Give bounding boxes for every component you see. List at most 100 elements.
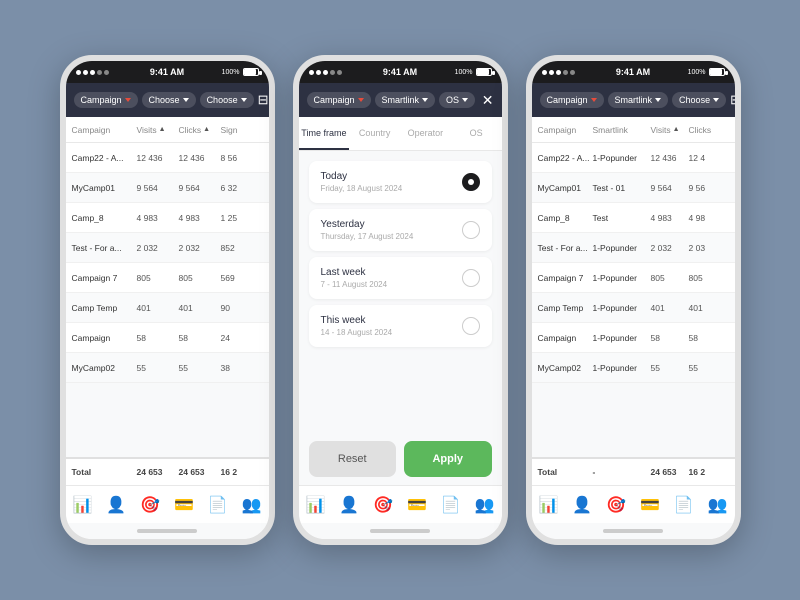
phone-1: 9:41 AM 100% Campaign Choose Choose ⊟ Ca… <box>60 55 275 545</box>
radio-lastweek[interactable] <box>462 269 480 287</box>
campaign-pill-1[interactable]: Campaign <box>74 92 138 108</box>
signal-dot-3-1 <box>542 70 547 75</box>
battery-label-3: 100% <box>688 69 706 76</box>
tab-os[interactable]: OS <box>451 117 502 150</box>
status-bar-2: 9:41 AM 100% <box>299 61 502 83</box>
smartlink-pill-2[interactable]: Smartlink <box>375 92 436 108</box>
choose2-caret <box>241 98 247 102</box>
th-visits-3[interactable]: Visits▲ <box>651 125 689 135</box>
smartlink-caret-3 <box>655 98 661 102</box>
smartlink-label-2: Smartlink <box>382 95 420 105</box>
nav-target-icon-2[interactable]: 🎯 <box>373 495 393 515</box>
apply-button[interactable]: Apply <box>404 441 492 477</box>
radio-thisweek[interactable] <box>462 317 480 335</box>
choose-label-3: Choose <box>679 95 710 105</box>
phone-2: 9:41 AM 100% Campaign Smartlink OS ✕ Tim… <box>293 55 508 545</box>
table-row[interactable]: MyCamp01Test - 019 5649 56 <box>532 173 735 203</box>
th-smartlink-3: Smartlink <box>593 125 651 135</box>
campaign-pill-3[interactable]: Campaign <box>540 92 604 108</box>
choose2-pill[interactable]: Choose <box>200 92 254 108</box>
app-header-3: Campaign Smartlink Choose ⊟ <box>532 83 735 117</box>
filter-icon-1[interactable]: ⊟ <box>258 92 269 108</box>
os-pill-2[interactable]: OS <box>439 92 475 108</box>
tab-operator[interactable]: Operator <box>400 117 451 150</box>
filter-option-title-thisweek: This week <box>321 315 393 326</box>
nav-card-icon-2[interactable]: 💳 <box>407 495 427 515</box>
th-visits-1[interactable]: Visits▲ <box>137 125 179 135</box>
close-button-2[interactable]: ✕ <box>482 92 494 109</box>
os-caret-2 <box>462 98 468 102</box>
nav-user-icon-2[interactable]: 👤 <box>339 495 359 515</box>
filter-option-thisweek[interactable]: This week 14 - 18 August 2024 <box>309 305 492 347</box>
table-row[interactable]: Test - For a...2 0322 032852 <box>66 233 269 263</box>
nav-user-icon-3[interactable]: 👤 <box>572 495 592 515</box>
choose2-label: Choose <box>207 95 238 105</box>
status-dots-3 <box>542 70 575 75</box>
signal-dot-5 <box>104 70 109 75</box>
campaign-label-3: Campaign <box>547 95 588 105</box>
table-row[interactable]: Camp22 - A...12 43612 4368 56 <box>66 143 269 173</box>
os-label-2: OS <box>446 95 459 105</box>
table-row[interactable]: Camp22 - A...1-Popunder12 43612 4 <box>532 143 735 173</box>
nav-card-icon-3[interactable]: 💳 <box>640 495 660 515</box>
nav-doc-icon[interactable]: 📄 <box>208 495 228 515</box>
table-row[interactable]: Campaign1-Popunder5858 <box>532 323 735 353</box>
battery-icon-2 <box>476 68 492 76</box>
status-time-2: 9:41 AM <box>383 67 417 77</box>
table-row[interactable]: Camp Temp1-Popunder401401 <box>532 293 735 323</box>
bottom-nav-3: 📊 👤 🎯 💳 📄 👥 <box>532 485 735 523</box>
radio-today[interactable] <box>462 173 480 191</box>
filter-actions: Reset Apply <box>299 433 502 485</box>
table-row[interactable]: MyCamp019 5649 5646 32 <box>66 173 269 203</box>
tab-country[interactable]: Country <box>349 117 400 150</box>
table-row[interactable]: Campaign 7805805569 <box>66 263 269 293</box>
nav-target-icon-3[interactable]: 🎯 <box>606 495 626 515</box>
app-header-2: Campaign Smartlink OS ✕ <box>299 83 502 117</box>
battery-label-2: 100% <box>455 69 473 76</box>
nav-stats-icon[interactable]: 📊 <box>72 495 92 515</box>
nav-group-icon[interactable]: 👥 <box>242 495 262 515</box>
th-clicks-1[interactable]: Clicks▲ <box>179 125 221 135</box>
nav-user-icon[interactable]: 👤 <box>106 495 126 515</box>
radio-yesterday[interactable] <box>462 221 480 239</box>
filter-option-text-today: Today Friday, 18 August 2024 <box>321 171 403 193</box>
nav-stats-icon-2[interactable]: 📊 <box>305 495 325 515</box>
filter-icon-3[interactable]: ⊟ <box>730 92 740 108</box>
nav-group-icon-3[interactable]: 👥 <box>708 495 728 515</box>
signal-dot-2-1 <box>309 70 314 75</box>
nav-doc-icon-2[interactable]: 📄 <box>441 495 461 515</box>
table-row[interactable]: Test - For a...1-Popunder2 0322 03 <box>532 233 735 263</box>
smartlink-pill-3[interactable]: Smartlink <box>608 92 669 108</box>
table-3: Campaign Smartlink Visits▲ Clicks Camp22… <box>532 117 735 485</box>
table-footer-3: Total - 24 653 16 2 <box>532 457 735 485</box>
table-footer-1: Total 24 653 24 653 16 2 <box>66 457 269 485</box>
filter-option-yesterday[interactable]: Yesterday Thursday, 17 August 2024 <box>309 209 492 251</box>
campaign-pill-2[interactable]: Campaign <box>307 92 371 108</box>
status-bar-3: 9:41 AM 100% <box>532 61 735 83</box>
nav-target-icon[interactable]: 🎯 <box>140 495 160 515</box>
nav-stats-icon-3[interactable]: 📊 <box>538 495 558 515</box>
table-row[interactable]: Camp_8Test4 9834 98 <box>532 203 735 233</box>
choose1-pill[interactable]: Choose <box>142 92 196 108</box>
status-dots-2 <box>309 70 342 75</box>
table-row[interactable]: MyCamp02555538 <box>66 353 269 383</box>
tab-timeframe[interactable]: Time frame <box>299 117 350 150</box>
th-campaign-1: Campaign <box>72 125 137 135</box>
nav-group-icon-2[interactable]: 👥 <box>475 495 495 515</box>
filter-option-title-lastweek: Last week <box>321 267 388 278</box>
home-bar-3 <box>603 529 663 533</box>
th-clicks-3: Clicks <box>689 125 727 135</box>
table-row[interactable]: MyCamp021-Popunder5555 <box>532 353 735 383</box>
nav-card-icon[interactable]: 💳 <box>174 495 194 515</box>
choose-pill-3[interactable]: Choose <box>672 92 726 108</box>
filter-option-today[interactable]: Today Friday, 18 August 2024 <box>309 161 492 203</box>
table-row[interactable]: Campaign 71-Popunder805805 <box>532 263 735 293</box>
table-row[interactable]: Camp Temp40140190 <box>66 293 269 323</box>
campaign-label-1: Campaign <box>81 95 122 105</box>
table-row[interactable]: Campaign585824 <box>66 323 269 353</box>
nav-doc-icon-3[interactable]: 📄 <box>674 495 694 515</box>
table-row[interactable]: Camp_84 9834 9831 25 <box>66 203 269 233</box>
filter-option-lastweek[interactable]: Last week 7 - 11 August 2024 <box>309 257 492 299</box>
reset-button[interactable]: Reset <box>309 441 397 477</box>
phone-3: 9:41 AM 100% Campaign Smartlink Choose ⊟… <box>526 55 741 545</box>
